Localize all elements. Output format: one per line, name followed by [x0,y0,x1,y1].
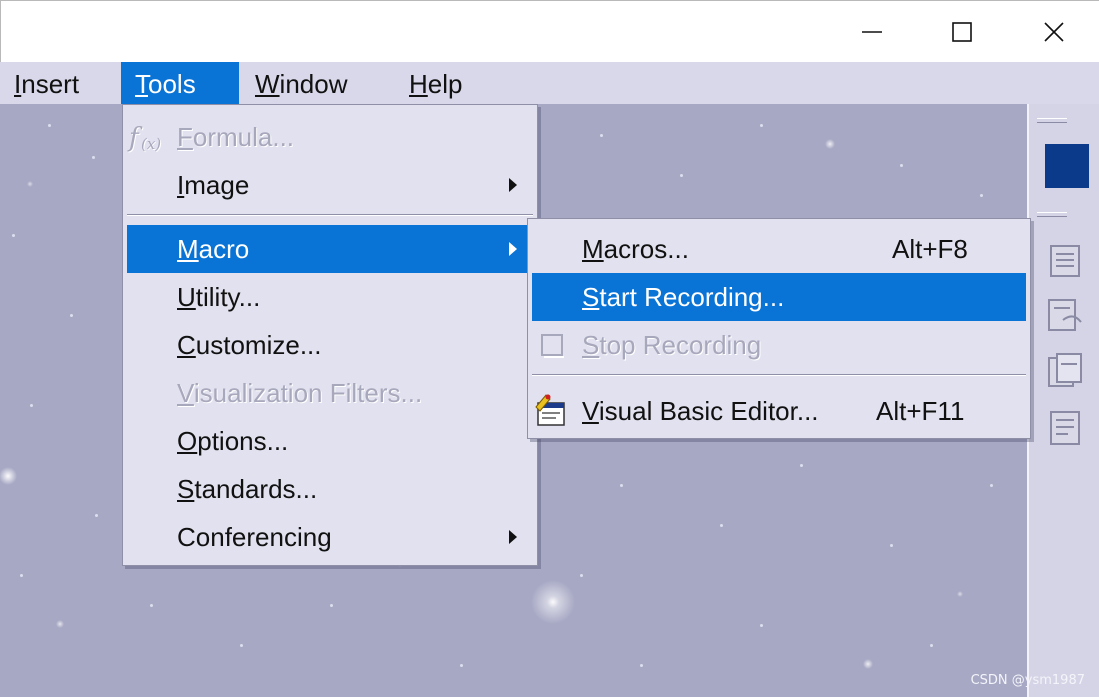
vb-editor-icon [535,394,565,426]
stop-square-icon [541,334,564,358]
tools-menu: f (x) Formula... Image Macro Utility... … [122,104,538,566]
maximize-icon [952,22,972,42]
menu-item-label: Start Recording... [582,282,785,312]
submenu-arrow-icon [509,178,517,192]
shortcut-label: Alt+F11 [876,396,965,426]
document-link-tool-icon[interactable] [1043,294,1087,338]
toolbar-grip-2[interactable] [1037,212,1067,217]
close-icon [1044,22,1064,42]
document-tool-icon[interactable] [1043,238,1087,282]
menu-item-label: Stop Recording [582,330,762,360]
menu-item-label: Image [177,170,250,200]
menu-item-label: Utility... [177,282,261,312]
menu-item-label: Macro [177,234,250,264]
menu-item-customize[interactable]: Customize... [127,321,533,369]
menu-item-label: Macros... [582,234,689,264]
document-copy-tool-icon[interactable] [1043,350,1087,394]
menu-item-image[interactable]: Image [127,161,533,209]
shortcut-label: Alt+F8 [892,234,968,264]
svg-text:(x): (x) [141,135,161,153]
submenu-arrow-icon [509,242,517,256]
menu-help[interactable]: Help [395,62,476,104]
minimize-button[interactable] [826,1,918,63]
submenu-arrow-icon [509,530,517,544]
menu-window[interactable]: Window [241,62,361,104]
formula-fx-icon: f (x) [127,123,161,153]
macro-submenu: Macros... Alt+F8 Start Recording... Stop… [527,218,1031,439]
window-titlebar [0,0,1099,62]
close-button[interactable] [1008,1,1099,63]
menu-item-options[interactable]: Options... [127,417,533,465]
menu-separator [532,374,1026,376]
menu-item-macro[interactable]: Macro [127,225,533,273]
menu-item-label: Formula... [177,122,295,152]
menu-item-macros[interactable]: Macros... Alt+F8 [532,225,1026,273]
document-list-tool-icon[interactable] [1043,406,1087,450]
toolbar-color-swatch[interactable] [1045,144,1089,188]
menu-item-label: Visual Basic Editor... [582,396,819,426]
menu-item-label: Customize... [177,330,322,360]
menu-item-start-recording[interactable]: Start Recording... [532,273,1026,321]
menu-item-stop-recording[interactable]: Stop Recording [532,321,1026,369]
menu-item-label: Options... [177,426,289,456]
toolbar-grip[interactable] [1037,118,1067,123]
menu-bar: Insert Tools Window Help [0,62,1099,104]
minimize-icon [862,31,882,33]
menu-item-standards[interactable]: Standards... [127,465,533,513]
menu-item-conferencing[interactable]: Conferencing [127,513,533,561]
menu-item-label: Visualization Filters... [177,378,423,408]
menu-item-label: Conferencing [177,522,332,552]
right-toolbar [1027,104,1099,697]
menu-item-visualization-filters[interactable]: Visualization Filters... [127,369,533,417]
menu-item-visual-basic-editor[interactable]: Visual Basic Editor... Alt+F11 [532,387,1026,435]
menu-tools[interactable]: Tools [121,62,239,104]
menu-separator [127,214,533,216]
menu-item-label: Standards... [177,474,318,504]
menu-insert[interactable]: Insert [0,62,93,104]
maximize-button[interactable] [916,1,1008,63]
menu-item-formula[interactable]: f (x) Formula... [127,113,533,161]
watermark-text: CSDN @ysm1987 [970,673,1085,688]
menu-item-utility[interactable]: Utility... [127,273,533,321]
